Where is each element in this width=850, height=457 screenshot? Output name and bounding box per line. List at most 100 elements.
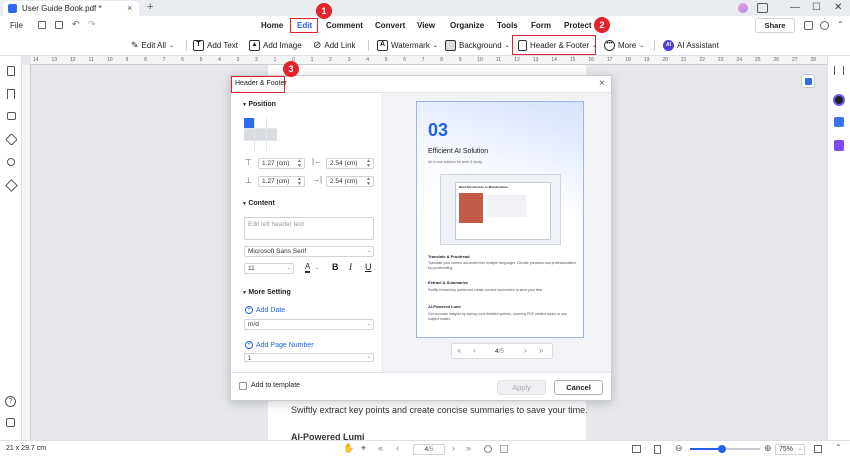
fit-page-icon[interactable] bbox=[500, 445, 508, 453]
position-cell-top-right[interactable] bbox=[266, 118, 277, 129]
background-button[interactable]: Background ⌄ bbox=[445, 39, 510, 52]
page-number-format-select[interactable]: 1 ⌄ bbox=[244, 353, 374, 362]
minimize-button[interactable]: — bbox=[790, 2, 800, 13]
position-grid[interactable] bbox=[244, 118, 277, 151]
attachment-icon[interactable] bbox=[5, 133, 18, 146]
new-tab-button[interactable]: + bbox=[147, 1, 153, 13]
menu-edit[interactable]: Edit bbox=[297, 21, 312, 30]
page-layout-icon[interactable] bbox=[654, 445, 661, 454]
feedback-icon[interactable] bbox=[6, 418, 15, 427]
ai-assistant-button[interactable]: AI AI Assistant bbox=[663, 39, 719, 52]
next-page-icon[interactable]: › bbox=[452, 443, 455, 453]
stepper-icon[interactable]: ▲ ▼ bbox=[297, 177, 302, 187]
bookmark-icon[interactable] bbox=[7, 89, 15, 99]
position-cell-bottom-left[interactable] bbox=[244, 140, 255, 151]
header-text-input[interactable]: Edit left header text bbox=[244, 217, 374, 240]
cloud-icon[interactable] bbox=[820, 21, 829, 30]
menu-protect[interactable]: Protect bbox=[564, 21, 592, 30]
top-margin-input[interactable]: 1.27 (cm) ▲ ▼ bbox=[258, 158, 305, 169]
menu-tools[interactable]: Tools bbox=[497, 21, 518, 30]
menu-file[interactable]: File bbox=[10, 21, 23, 30]
close-window-button[interactable]: ✕ bbox=[834, 2, 842, 13]
add-to-template-checkbox[interactable] bbox=[239, 382, 247, 390]
add-text-button[interactable]: T Add Text bbox=[193, 39, 238, 52]
translate-icon[interactable] bbox=[834, 117, 844, 127]
position-cell-top-left[interactable] bbox=[244, 118, 255, 129]
position-cell-bottom-right[interactable] bbox=[266, 140, 277, 151]
add-image-button[interactable]: ▴ Add Image bbox=[249, 39, 302, 52]
font-select[interactable]: Microsoft Sans Serif ⌄ bbox=[244, 246, 374, 257]
add-link-button[interactable]: ⊘ Add Link bbox=[313, 39, 356, 52]
font-color-icon[interactable]: A bbox=[305, 262, 311, 273]
page-number-input[interactable]: 4/5 bbox=[413, 444, 445, 455]
select-tool-icon[interactable]: ⌖ bbox=[361, 443, 366, 454]
ai-lumi-icon[interactable] bbox=[833, 94, 845, 106]
menu-organize[interactable]: Organize bbox=[450, 21, 484, 30]
edit-all-button[interactable]: ✎ Edit All ⌄ bbox=[131, 39, 174, 52]
collapse-ribbon-icon[interactable]: ⌃ bbox=[837, 20, 844, 29]
maximize-button[interactable]: ☐ bbox=[812, 2, 821, 13]
add-page-number-link[interactable]: + Add Page Number bbox=[245, 341, 314, 349]
notification-icon[interactable] bbox=[757, 3, 768, 13]
position-section-label[interactable]: ▼ Position bbox=[242, 101, 276, 108]
thumbnails-icon[interactable] bbox=[7, 66, 15, 76]
rotate-icon[interactable] bbox=[484, 445, 492, 453]
watermark-button[interactable]: A Watermark ⌄ bbox=[377, 39, 438, 52]
zoom-select[interactable]: 75% ⌄ bbox=[775, 444, 805, 455]
layers-icon[interactable] bbox=[5, 179, 18, 192]
chevron-down-icon[interactable]: ⌄ bbox=[315, 265, 319, 271]
print-icon[interactable] bbox=[55, 21, 63, 29]
preview-first-page-icon[interactable]: « bbox=[457, 346, 461, 355]
menu-convert[interactable]: Convert bbox=[375, 21, 405, 30]
more-button[interactable]: ••• More ⌄ bbox=[604, 39, 644, 52]
stepper-icon[interactable]: ▲ ▼ bbox=[297, 159, 302, 169]
comment-icon[interactable] bbox=[7, 112, 16, 120]
right-margin-input[interactable]: 2.54 (cm) ▲ ▼ bbox=[326, 176, 374, 187]
stepper-icon[interactable]: ▲ ▼ bbox=[366, 159, 371, 169]
search-icon[interactable] bbox=[7, 158, 15, 166]
preview-page-indicator[interactable]: 4/5 bbox=[495, 348, 504, 355]
font-size-select[interactable]: 11 ⌄ bbox=[244, 263, 294, 274]
cancel-button[interactable]: Cancel bbox=[554, 380, 603, 395]
bottom-margin-input[interactable]: 1.27 (cm) ▲ ▼ bbox=[258, 176, 305, 187]
content-section-label[interactable]: ▼ Content bbox=[242, 200, 275, 207]
position-cell-bottom-center[interactable] bbox=[255, 140, 266, 151]
undo-icon[interactable]: ↶ bbox=[72, 19, 80, 30]
more-setting-section-label[interactable]: ▼ More Setting bbox=[242, 289, 291, 296]
preview-next-page-icon[interactable]: › bbox=[524, 346, 527, 355]
help-icon[interactable]: ? bbox=[5, 396, 16, 407]
document-tab[interactable]: User Guide Book.pdf * × bbox=[3, 1, 139, 16]
fit-width-icon[interactable] bbox=[814, 445, 822, 453]
menu-comment[interactable]: Comment bbox=[326, 21, 363, 30]
position-cell-top-center[interactable] bbox=[255, 118, 266, 129]
tab-close-icon[interactable]: × bbox=[127, 3, 132, 13]
redo-icon[interactable]: ↷ bbox=[88, 19, 96, 30]
properties-icon[interactable] bbox=[834, 66, 844, 75]
hand-tool-icon[interactable]: ✋ bbox=[343, 443, 354, 454]
zoom-slider[interactable] bbox=[690, 445, 760, 453]
menu-home[interactable]: Home bbox=[261, 21, 283, 30]
menu-view[interactable]: View bbox=[417, 21, 435, 30]
first-page-icon[interactable]: « bbox=[378, 443, 383, 453]
add-date-link[interactable]: + Add Date bbox=[245, 306, 285, 314]
check-task-icon[interactable] bbox=[834, 140, 844, 151]
bold-icon[interactable]: B bbox=[332, 262, 339, 272]
zoom-slider-handle[interactable] bbox=[717, 445, 726, 453]
scroll-up-icon[interactable]: ⌃ bbox=[835, 443, 842, 452]
underline-icon[interactable]: U bbox=[365, 262, 372, 272]
preview-last-page-icon[interactable]: » bbox=[539, 346, 543, 355]
italic-icon[interactable]: I bbox=[349, 262, 352, 272]
date-format-select[interactable]: m/d ⌄ bbox=[244, 319, 374, 330]
last-page-icon[interactable]: » bbox=[466, 443, 471, 453]
avatar[interactable] bbox=[738, 3, 748, 13]
left-margin-input[interactable]: 2.54 (cm) ▲ ▼ bbox=[326, 158, 374, 169]
share-button[interactable]: Share bbox=[755, 18, 795, 33]
save-icon[interactable] bbox=[38, 21, 46, 29]
zoom-out-icon[interactable]: ⊖ bbox=[675, 443, 683, 454]
menu-form[interactable]: Form bbox=[531, 21, 551, 30]
preview-prev-page-icon[interactable]: ‹ bbox=[473, 346, 476, 355]
view-mode-icon[interactable] bbox=[632, 445, 641, 453]
upload-icon[interactable] bbox=[804, 21, 813, 30]
ocr-float-button[interactable] bbox=[801, 74, 815, 88]
apply-button[interactable]: Apply bbox=[497, 380, 546, 395]
